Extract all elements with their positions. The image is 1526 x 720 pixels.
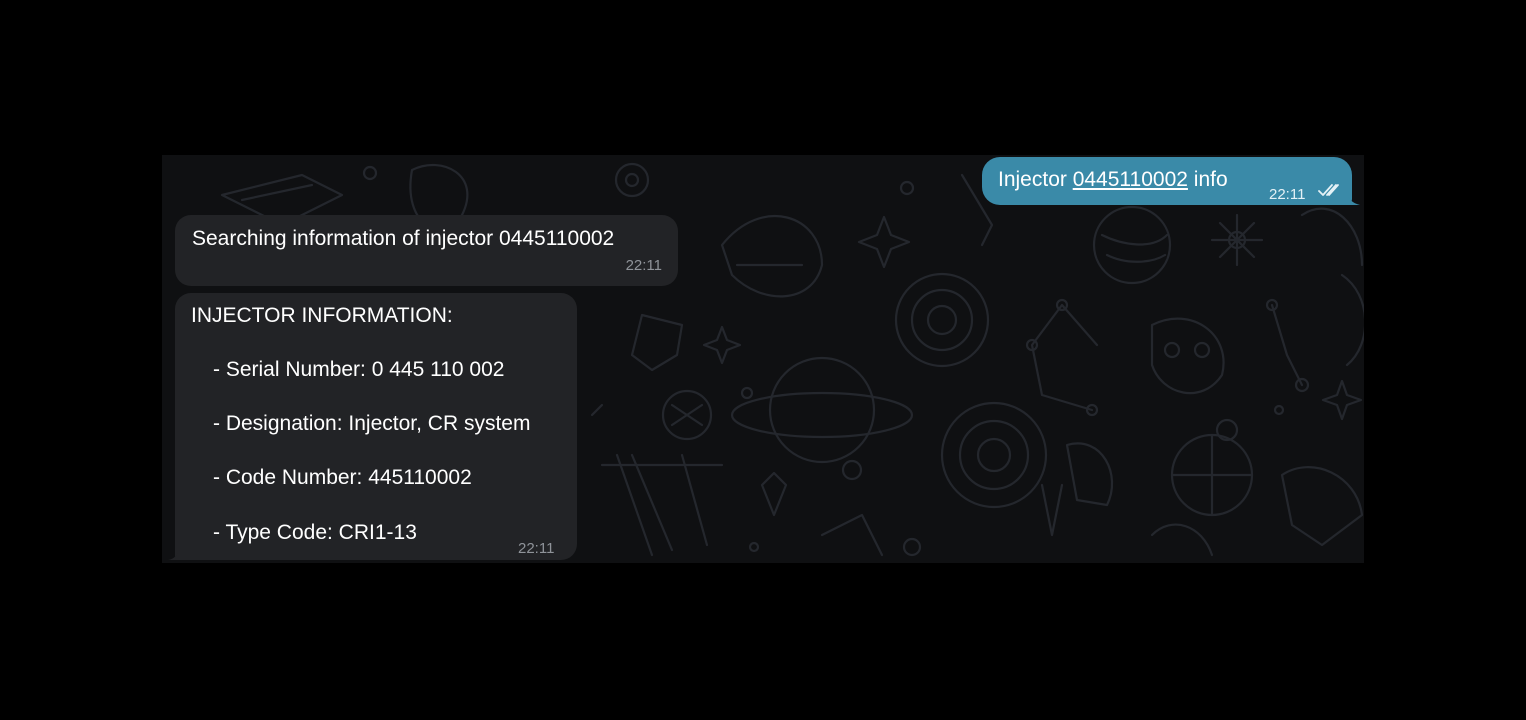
bubble-tail: [1346, 191, 1360, 205]
chat-area[interactable]: Injector 0445110002 info 22:11 Searching…: [162, 155, 1364, 563]
message-time: 22:11: [1269, 186, 1306, 203]
double-check-icon: [1318, 184, 1339, 196]
message-suffix: info: [1187, 168, 1228, 191]
message-time: 22:11: [625, 257, 662, 274]
incoming-message[interactable]: Searching information of injector 044511…: [175, 215, 678, 286]
code-number-line: - Code Number: 445110002: [213, 466, 472, 489]
type-code-line: - Type Code: CRI1-13: [213, 521, 417, 544]
serial-number-line: - Serial Number: 0 445 110 002: [213, 358, 505, 381]
outgoing-message[interactable]: Injector 0445110002 info 22:11: [982, 157, 1360, 205]
message-time: 22:11: [518, 540, 555, 557]
designation-line: - Designation: Injector, CR system: [213, 412, 531, 435]
incoming-message[interactable]: INJECTOR INFORMATION: - Serial Number: 0…: [168, 293, 577, 560]
message-text: Searching information of injector 044511…: [192, 227, 615, 250]
injector-number-link[interactable]: 0445110002: [1073, 168, 1188, 191]
message-prefix: Injector: [998, 168, 1073, 191]
message-text: Injector 0445110002 info: [998, 167, 1228, 193]
info-title: INJECTOR INFORMATION:: [191, 304, 453, 327]
bubble-tail: [168, 548, 180, 560]
